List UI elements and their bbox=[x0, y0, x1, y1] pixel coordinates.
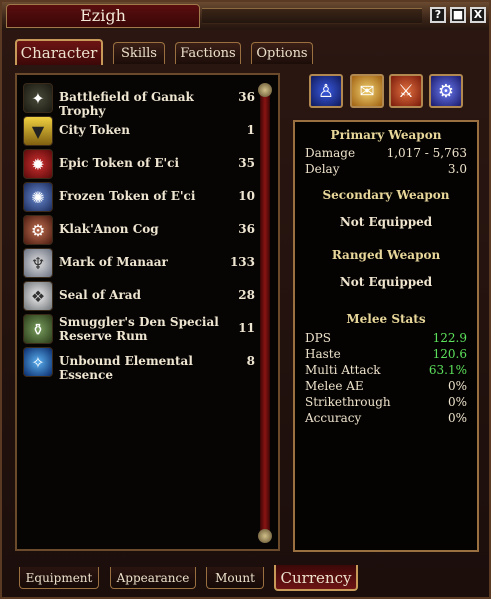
tab-skills[interactable]: Skills bbox=[113, 42, 165, 64]
stat-label: Multi Attack bbox=[305, 363, 381, 377]
title-bar[interactable]: Ezigh ? ■ X bbox=[2, 2, 489, 30]
damage-row: Damage 1,017 - 5,763 bbox=[305, 146, 467, 162]
ranged-weapon-title: Ranged Weapon bbox=[331, 248, 441, 262]
stat-label: Strikethrough bbox=[305, 395, 391, 409]
currency-list: ✦ Battlefield of Ganak Trophy 36 ▼ City … bbox=[15, 73, 280, 551]
haste-row: Haste 120.6 bbox=[305, 347, 467, 363]
stat-value: 63.1% bbox=[428, 363, 467, 377]
character-model-icon[interactable]: ♙ bbox=[309, 74, 343, 108]
currency-count: 1 bbox=[246, 123, 255, 137]
stat-value: 0% bbox=[447, 379, 467, 393]
frozen-token-icon: ✺ bbox=[23, 182, 53, 212]
list-item[interactable]: ⚙ Klak'Anon Cog 36 bbox=[23, 215, 255, 245]
tab-appearance[interactable]: Appearance bbox=[110, 567, 196, 589]
list-item[interactable]: ✦ Battlefield of Ganak Trophy 36 bbox=[23, 83, 255, 118]
currency-name: Frozen Token of E'ci bbox=[59, 189, 196, 203]
currency-name: Seal of Arad bbox=[59, 288, 141, 302]
help-button[interactable]: ? bbox=[430, 7, 446, 23]
stat-value: 3.0 bbox=[447, 162, 467, 176]
tab-options[interactable]: Options bbox=[251, 42, 313, 64]
scroll-up-arrow-icon[interactable] bbox=[258, 83, 272, 97]
tab-mount[interactable]: Mount bbox=[206, 567, 264, 589]
list-item[interactable]: ❖ Seal of Arad 28 bbox=[23, 281, 255, 311]
multi-attack-row: Multi Attack 63.1% bbox=[305, 363, 467, 379]
close-button[interactable]: X bbox=[470, 7, 486, 23]
seal-icon: ❖ bbox=[23, 281, 53, 311]
currency-count: 35 bbox=[238, 156, 255, 170]
stat-value: 0% bbox=[447, 395, 467, 409]
secondary-weapon-value: Not Equipped bbox=[339, 215, 433, 229]
delay-row: Delay 3.0 bbox=[305, 162, 467, 178]
currency-name: Unbound Elemental Essence bbox=[59, 354, 193, 382]
list-item[interactable]: ✧ Unbound Elemental Essence 8 bbox=[23, 347, 255, 382]
currency-count: 36 bbox=[238, 222, 255, 236]
character-window: Ezigh ? ■ X Character Skills Factions Op… bbox=[0, 0, 491, 599]
stat-label: Damage bbox=[305, 146, 356, 160]
currency-name: Smuggler's Den Special Reserve Rum bbox=[59, 315, 219, 343]
stat-label: Accuracy bbox=[305, 411, 362, 425]
stat-label: Melee AE bbox=[305, 379, 364, 393]
currency-count: 11 bbox=[238, 321, 255, 335]
gears-icon[interactable]: ⚙ bbox=[429, 74, 463, 108]
list-item[interactable]: ▼ City Token 1 bbox=[23, 116, 255, 146]
list-item[interactable]: ✺ Frozen Token of E'ci 10 bbox=[23, 182, 255, 212]
tab-factions[interactable]: Factions bbox=[175, 42, 241, 64]
scrollbar[interactable] bbox=[260, 87, 270, 537]
primary-weapon-title: Primary Weapon bbox=[330, 128, 442, 142]
currency-name: Klak'Anon Cog bbox=[59, 222, 159, 236]
stat-value: 120.6 bbox=[432, 347, 467, 361]
title-ornament bbox=[202, 8, 422, 24]
epic-token-icon: ✹ bbox=[23, 149, 53, 179]
currency-count: 8 bbox=[246, 354, 255, 368]
currency-name: Battlefield of Ganak Trophy bbox=[59, 90, 194, 118]
tab-currency[interactable]: Currency bbox=[274, 565, 358, 591]
rum-icon: ⚱ bbox=[23, 314, 53, 344]
stat-label: DPS bbox=[305, 331, 331, 345]
stat-value: 122.9 bbox=[432, 331, 467, 345]
dps-row: DPS 122.9 bbox=[305, 331, 467, 347]
melee-ae-row: Melee AE 0% bbox=[305, 379, 467, 395]
currency-name: City Token bbox=[59, 123, 131, 137]
accuracy-row: Accuracy 0% bbox=[305, 411, 467, 427]
stat-label: Haste bbox=[305, 347, 341, 361]
currency-count: 133 bbox=[229, 255, 255, 269]
tab-equipment[interactable]: Equipment bbox=[19, 567, 99, 589]
list-item[interactable]: ⚱ Smuggler's Den Special Reserve Rum 11 bbox=[23, 314, 255, 344]
list-item[interactable]: ✹ Epic Token of E'ci 35 bbox=[23, 149, 255, 179]
stat-value: 0% bbox=[447, 411, 467, 425]
city-token-icon: ▼ bbox=[23, 116, 53, 146]
currency-count: 28 bbox=[238, 288, 255, 302]
stats-panel: Primary Weapon Damage 1,017 - 5,763 Dela… bbox=[293, 120, 479, 552]
currency-name: Mark of Manaar bbox=[59, 255, 168, 269]
tab-character[interactable]: Character bbox=[15, 39, 103, 65]
strikethrough-row: Strikethrough 0% bbox=[305, 395, 467, 411]
essence-icon: ✧ bbox=[23, 347, 53, 377]
mark-icon: ♆ bbox=[23, 248, 53, 278]
currency-count: 36 bbox=[238, 90, 255, 104]
minimize-button[interactable]: ■ bbox=[450, 7, 466, 23]
melee-stats-title: Melee Stats bbox=[346, 312, 426, 326]
ranged-weapon-value: Not Equipped bbox=[339, 275, 433, 289]
currency-count: 10 bbox=[238, 189, 255, 203]
scroll-icon[interactable]: ✉ bbox=[350, 74, 384, 108]
list-item[interactable]: ♆ Mark of Manaar 133 bbox=[23, 248, 255, 278]
cog-icon: ⚙ bbox=[23, 215, 53, 245]
trophy-icon: ✦ bbox=[23, 83, 53, 113]
window-title: Ezigh bbox=[6, 4, 200, 28]
scroll-down-arrow-icon[interactable] bbox=[258, 529, 272, 543]
secondary-weapon-title: Secondary Weapon bbox=[322, 188, 450, 202]
crossed-swords-icon[interactable]: ⚔ bbox=[389, 74, 423, 108]
currency-name: Epic Token of E'ci bbox=[59, 156, 180, 170]
stat-value: 1,017 - 5,763 bbox=[386, 146, 467, 160]
stat-label: Delay bbox=[305, 162, 340, 176]
